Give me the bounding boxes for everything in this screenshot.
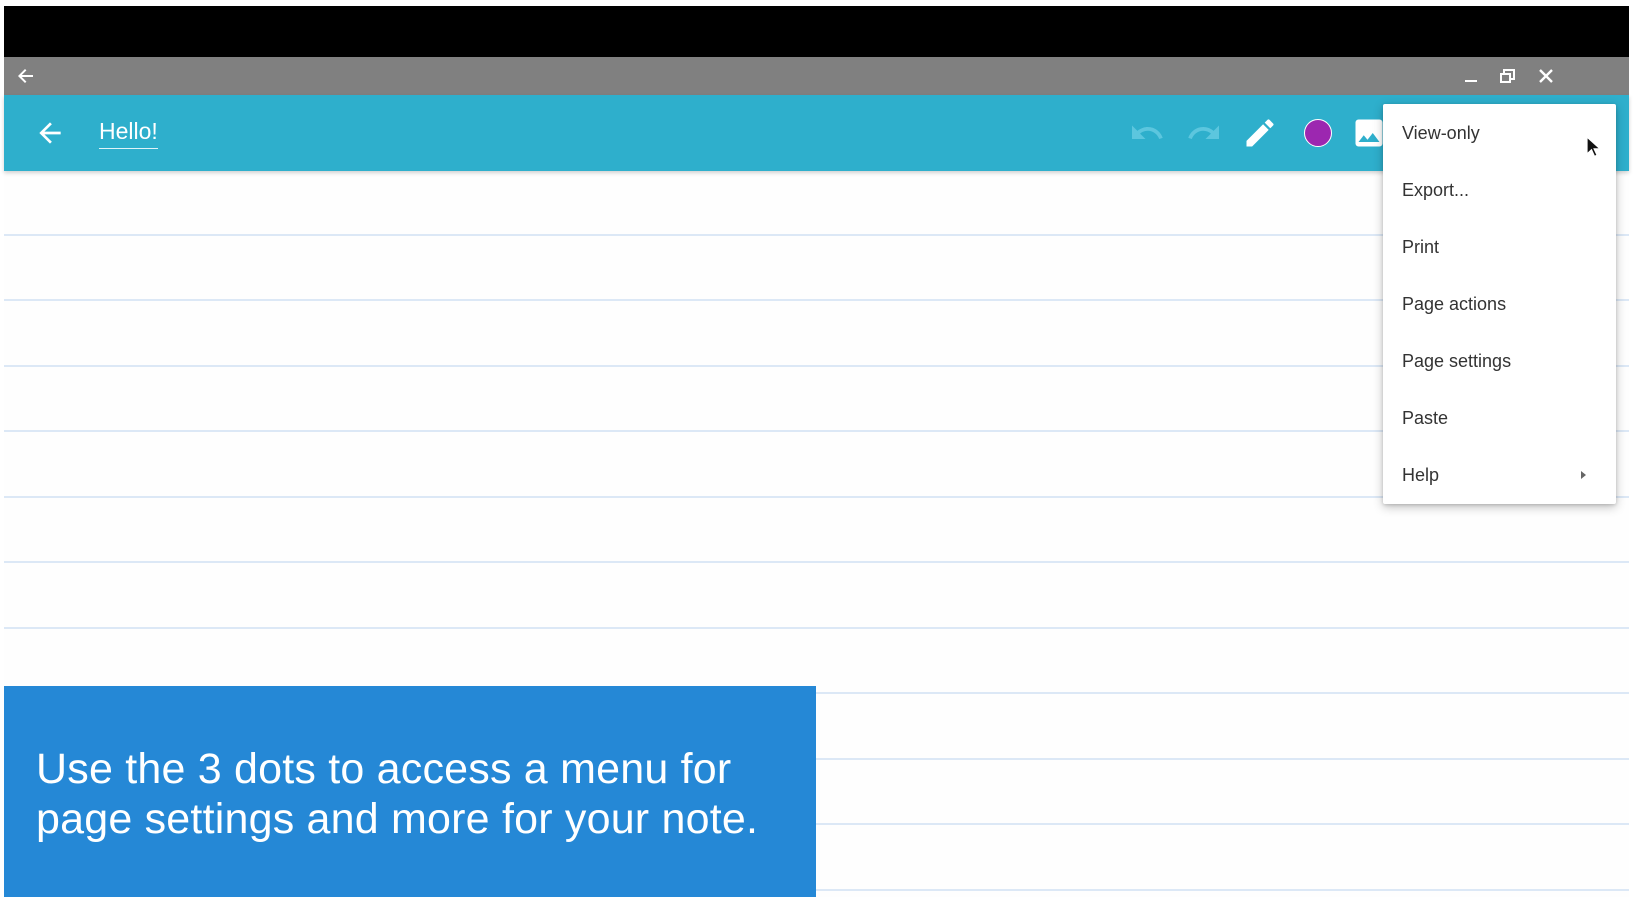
menu-item-label: Help	[1402, 465, 1440, 485]
note-title[interactable]: Hello!	[99, 117, 158, 149]
overflow-menu: View-only Export... Print Page actions P…	[1383, 104, 1616, 504]
menu-item-paste[interactable]: Paste	[1383, 389, 1616, 446]
menu-item-label: View-only	[1402, 123, 1480, 143]
minimize-icon[interactable]	[1459, 64, 1483, 88]
redo-icon[interactable]	[1186, 115, 1222, 151]
menu-item-label: Paste	[1402, 408, 1449, 428]
back-arrow-icon[interactable]	[34, 117, 66, 149]
window-titlebar	[4, 57, 1629, 95]
color-picker-icon[interactable]	[1304, 119, 1332, 147]
mouse-pointer-icon	[1586, 136, 1602, 158]
ruled-line	[4, 627, 1629, 629]
tutorial-caption: Use the 3 dots to access a menu for page…	[4, 686, 816, 897]
undo-icon[interactable]	[1129, 115, 1165, 151]
menu-item-page-settings[interactable]: Page settings	[1383, 332, 1616, 389]
window-back-icon[interactable]	[14, 64, 38, 88]
screen: Hello! Use the 3 dots to access a menu f…	[0, 0, 1633, 897]
menu-item-export[interactable]: Export...	[1383, 161, 1616, 218]
menu-item-label: Export...	[1402, 180, 1470, 200]
ruled-line	[4, 561, 1629, 563]
menu-item-label: Page actions	[1402, 294, 1507, 314]
menu-item-help[interactable]: Help	[1383, 446, 1616, 503]
pen-icon[interactable]	[1242, 115, 1278, 151]
caption-line-2: page settings and more for your note.	[36, 795, 759, 843]
menu-item-label: Page settings	[1402, 351, 1512, 371]
menu-item-label: Print	[1402, 237, 1440, 257]
submenu-arrow-icon	[1581, 471, 1586, 479]
top-letterbox	[4, 6, 1629, 57]
restore-icon[interactable]	[1496, 64, 1520, 88]
menu-item-view-only[interactable]: View-only	[1383, 104, 1616, 161]
close-icon[interactable]	[1534, 64, 1558, 88]
image-icon[interactable]	[1351, 115, 1387, 151]
menu-item-page-actions[interactable]: Page actions	[1383, 275, 1616, 332]
caption-line-1: Use the 3 dots to access a menu for	[36, 745, 732, 793]
menu-item-print[interactable]: Print	[1383, 218, 1616, 275]
